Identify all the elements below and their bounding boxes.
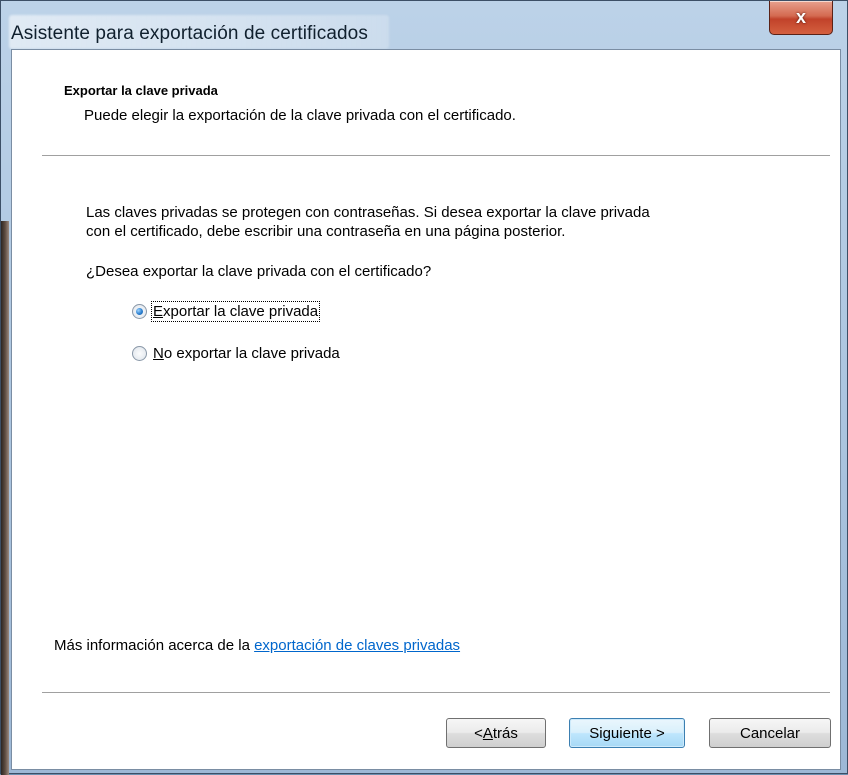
- description-text: Las claves privadas se protegen con cont…: [86, 203, 806, 241]
- radio-button-selected[interactable]: [132, 304, 147, 319]
- title-bar[interactable]: Asistente para exportación de certificad…: [9, 1, 847, 49]
- radio-export-label[interactable]: Exportar la clave privada: [150, 301, 321, 322]
- window-title: Asistente para exportación de certificad…: [11, 23, 368, 44]
- more-info-link[interactable]: exportación de claves privadas: [254, 637, 460, 654]
- more-info-text: Más información acerca de la exportación…: [54, 637, 461, 654]
- radio-no-export-label[interactable]: No exportar la clave privada: [153, 345, 340, 362]
- radio-button-unselected[interactable]: [132, 346, 147, 361]
- radio-dot: [136, 308, 143, 315]
- page-subtitle: Puede elegir la exportación de la clave …: [84, 107, 516, 124]
- description-line-1: Las claves privadas se protegen con cont…: [86, 204, 650, 221]
- radio-no-export-private-key[interactable]: No exportar la clave privada: [132, 345, 340, 362]
- window-left-edge: [1, 221, 9, 775]
- cancel-button[interactable]: Cancelar: [709, 718, 831, 748]
- dialog-window: Asistente para exportación de certificad…: [0, 0, 848, 775]
- back-button[interactable]: < Atrás: [446, 718, 546, 748]
- wizard-content: Exportar la clave privada Puede elegir l…: [11, 49, 841, 770]
- next-button[interactable]: Siguiente >: [569, 718, 685, 748]
- radio-export-private-key[interactable]: Exportar la clave privada: [132, 301, 321, 322]
- question-text: ¿Desea exportar la clave privada con el …: [86, 263, 432, 280]
- close-button[interactable]: x: [769, 1, 833, 35]
- description-line-2: con el certificado, debe escribir una co…: [86, 223, 566, 240]
- close-icon: x: [795, 7, 806, 27]
- footer-divider: [42, 692, 830, 693]
- page-title: Exportar la clave privada: [64, 83, 218, 98]
- header-divider: [42, 155, 830, 156]
